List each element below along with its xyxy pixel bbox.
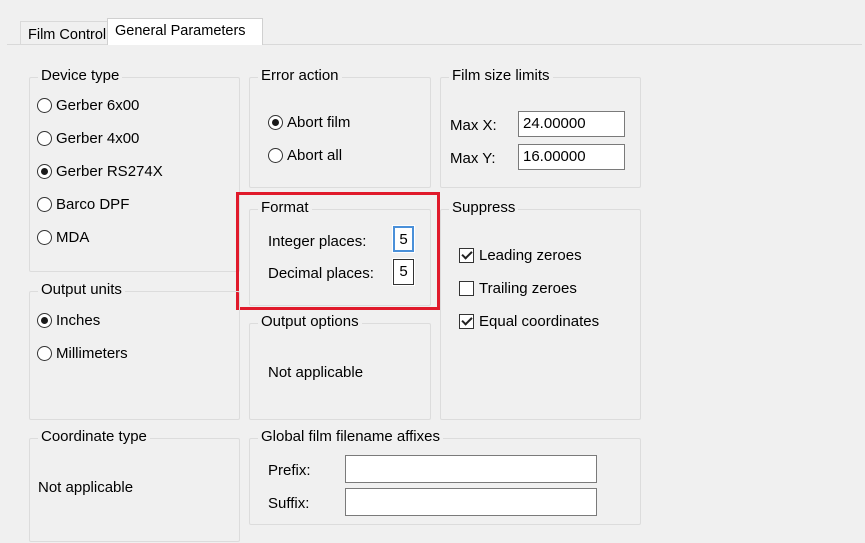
radio-selected-icon[interactable]	[37, 164, 52, 179]
radio-icon[interactable]	[37, 230, 52, 245]
max-x-label: Max X:	[450, 117, 497, 134]
option-label: Gerber 4x00	[56, 130, 140, 147]
units-option-inches[interactable]: Inches	[37, 312, 100, 329]
option-label: Gerber 6x00	[56, 97, 140, 114]
units-option-millimeters[interactable]: Millimeters	[37, 345, 128, 362]
checkbox-checked-icon[interactable]	[459, 314, 474, 329]
radio-selected-icon[interactable]	[268, 115, 283, 130]
max-x-input[interactable]: 24.00000	[518, 111, 625, 137]
device-option-gerber-6x00[interactable]: Gerber 6x00	[37, 97, 139, 114]
prefix-input[interactable]	[345, 455, 597, 483]
device-type-group: Device type Gerber 6x00 Gerber 4x00 Gerb…	[29, 67, 240, 272]
output-options-group: Output options Not applicable	[249, 313, 431, 420]
device-option-gerber-rs274x[interactable]: Gerber RS274X	[37, 163, 163, 180]
tab-general-parameters[interactable]: General Parameters	[107, 18, 263, 45]
suppress-trailing-zeroes[interactable]: Trailing zeroes	[459, 280, 577, 297]
checkbox-checked-icon[interactable]	[459, 248, 474, 263]
decimal-places-label: Decimal places:	[268, 265, 374, 282]
device-option-gerber-4x00[interactable]: Gerber 4x00	[37, 130, 139, 147]
format-title: Format	[258, 199, 312, 216]
coordinate-type-group: Coordinate type Not applicable	[29, 428, 240, 542]
integer-places-label: Integer places:	[268, 233, 367, 250]
filename-affixes-title: Global film filename affixes	[258, 428, 443, 445]
radio-icon[interactable]	[268, 148, 283, 163]
coordinate-type-title: Coordinate type	[38, 428, 150, 445]
option-label: Abort all	[287, 147, 343, 164]
option-label: Gerber RS274X	[56, 163, 163, 180]
suppress-group: Suppress Leading zeroes Trailing zeroes …	[440, 199, 641, 420]
format-group: Format Integer places: 5 Decimal places:…	[249, 199, 431, 306]
option-label: Millimeters	[56, 345, 128, 362]
radio-icon[interactable]	[37, 131, 52, 146]
error-option-abort-film[interactable]: Abort film	[268, 114, 350, 131]
radio-icon[interactable]	[37, 197, 52, 212]
suffix-label: Suffix:	[268, 495, 310, 512]
coordinate-type-text: Not applicable	[38, 479, 134, 496]
output-options-text: Not applicable	[268, 364, 364, 381]
error-action-group: Error action Abort film Abort all	[249, 67, 431, 188]
max-y-label: Max Y:	[450, 150, 496, 167]
option-label: Inches	[56, 312, 101, 329]
device-option-mda[interactable]: MDA	[37, 229, 89, 246]
film-size-limits-title: Film size limits	[449, 67, 553, 84]
suppress-leading-zeroes[interactable]: Leading zeroes	[459, 247, 582, 264]
filename-affixes-group: Global film filename affixes Prefix: Suf…	[249, 428, 641, 525]
option-label: Trailing zeroes	[479, 280, 577, 297]
radio-selected-icon[interactable]	[37, 313, 52, 328]
suffix-input[interactable]	[345, 488, 597, 516]
suppress-equal-coordinates[interactable]: Equal coordinates	[459, 313, 599, 330]
device-type-title: Device type	[38, 67, 123, 84]
option-label: Barco DPF	[56, 196, 130, 213]
option-label: Leading zeroes	[479, 247, 582, 264]
max-y-input[interactable]: 16.00000	[518, 144, 625, 170]
checkbox-icon[interactable]	[459, 281, 474, 296]
radio-icon[interactable]	[37, 346, 52, 361]
prefix-label: Prefix:	[268, 462, 311, 479]
decimal-places-input[interactable]: 5	[392, 258, 415, 286]
film-size-limits-group: Film size limits Max X: 24.00000 Max Y: …	[440, 67, 641, 188]
output-units-title: Output units	[38, 281, 125, 298]
option-label: MDA	[56, 229, 90, 246]
error-action-title: Error action	[258, 67, 342, 84]
option-label: Equal coordinates	[479, 313, 600, 330]
error-option-abort-all[interactable]: Abort all	[268, 147, 342, 164]
device-option-barco-dpf[interactable]: Barco DPF	[37, 196, 129, 213]
integer-places-input[interactable]: 5	[392, 225, 415, 253]
output-options-title: Output options	[258, 313, 362, 330]
suppress-title: Suppress	[449, 199, 519, 216]
radio-icon[interactable]	[37, 98, 52, 113]
option-label: Abort film	[287, 114, 351, 131]
output-units-group: Output units Inches Millimeters	[29, 281, 240, 420]
